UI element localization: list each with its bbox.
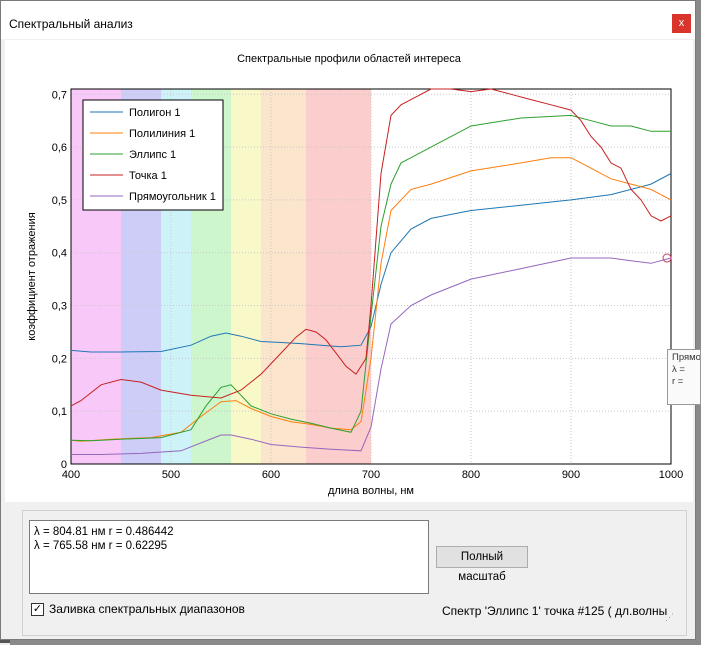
side-tooltip-line-3: r = [672, 376, 684, 387]
resize-grip-icon[interactable]: ⋰ [665, 612, 675, 623]
fill-bands-label: Заливка спектральных диапазонов [49, 602, 245, 616]
spectral-chart[interactable]: 400 500 600 700 800 900 100000,10,20,30,40,50,… [5, 40, 693, 502]
legend-label-3: Точка 1 [129, 170, 167, 182]
x-tick-label-3: 700 [362, 469, 380, 481]
side-tooltip: Прямо λ = r = [667, 349, 701, 405]
x-tick-label-1: 500 [162, 469, 180, 481]
y-tick-label-5: 0,5 [52, 195, 67, 207]
x-tick-label-4: 800 [462, 469, 480, 481]
x-tick-label-5: 900 [562, 469, 580, 481]
readout-box[interactable]: λ = 804.81 нм r = 0.486442 λ = 765.58 нм… [29, 520, 429, 594]
y-tick-label-4: 0,4 [52, 248, 67, 260]
y-tick-label-2: 0,2 [52, 353, 67, 365]
side-tooltip-line-1: Прямо [672, 352, 701, 363]
side-tooltip-line-2: λ = [672, 364, 685, 375]
legend-label-0: Полигон 1 [129, 107, 180, 119]
window-title: Спектральный анализ [9, 17, 133, 31]
y-tick-label-1: 0,1 [52, 406, 67, 418]
x-axis-label: длина волны, нм [328, 485, 414, 497]
y-tick-label-7: 0,7 [52, 89, 67, 101]
full-scale-button[interactable]: Полный масштаб [436, 546, 528, 583]
legend-label-1: Полилиния 1 [129, 128, 195, 140]
y-tick-label-6: 0,6 [52, 142, 67, 154]
spectral-band-5 [261, 89, 306, 464]
y-axis-label: коэффициент отражения [26, 212, 38, 340]
y-tick-label-3: 0,3 [52, 301, 67, 313]
x-tick-label-2: 600 [262, 469, 280, 481]
fill-bands-checkbox[interactable]: ✓ [31, 603, 44, 616]
readout-line-2: λ = 765.58 нм r = 0.62295 [34, 540, 168, 552]
x-tick-label-6: 1000 [659, 469, 683, 481]
chart-panel[interactable]: Спектральные профили областей интереса 4… [5, 40, 693, 502]
legend-label-2: Эллипс 1 [129, 149, 176, 161]
title-bar: Спектральный анализ x [1, 1, 695, 39]
y-tick-label-0: 0 [61, 459, 67, 471]
status-text: Спектр 'Эллипс 1' точка #125 ( дл.волны [442, 604, 668, 618]
close-button[interactable]: x [672, 14, 691, 33]
spectral-analysis-dialog: Спектральный анализ x Спектральные профи… [0, 0, 696, 640]
readout-line-1: λ = 804.81 нм r = 0.486442 [34, 526, 174, 538]
legend-label-4: Прямоугольник 1 [129, 191, 216, 203]
